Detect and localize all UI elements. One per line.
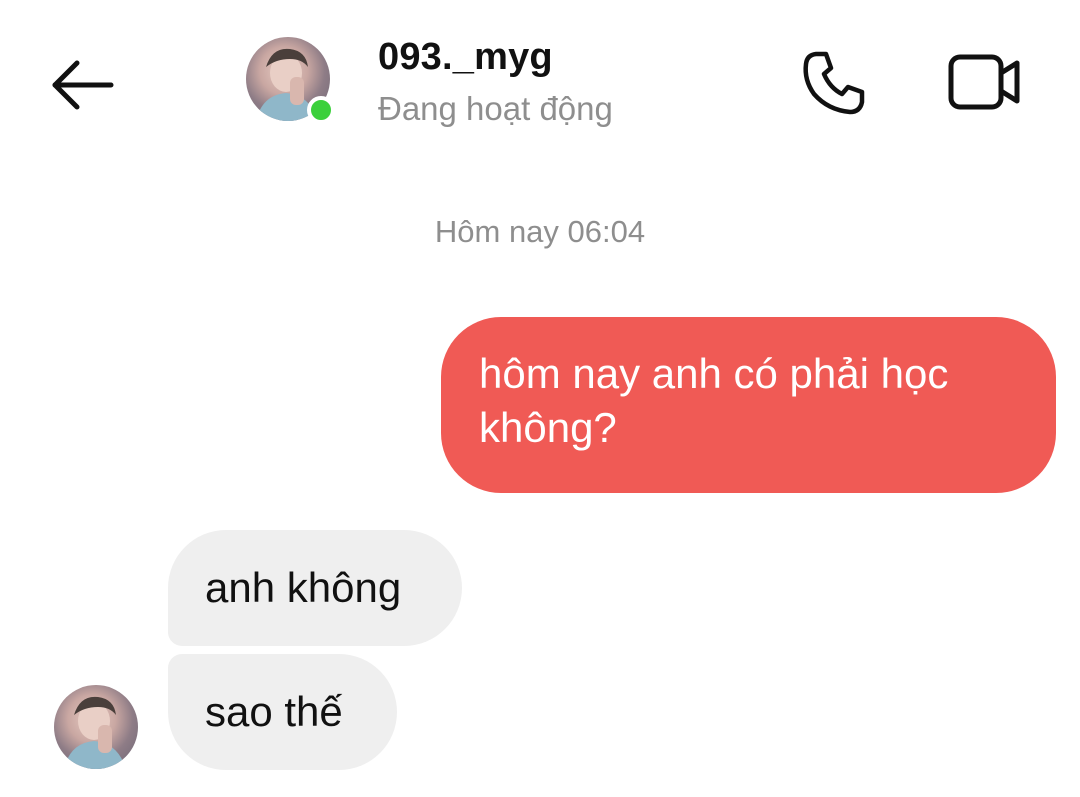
arrow-left-icon [52,60,114,110]
avatar-photo [54,685,138,769]
sent-message-bubble[interactable]: hôm nay anh có phải học không? [441,317,1056,493]
contact-avatar[interactable] [246,37,335,124]
phone-icon [803,51,865,115]
chat-screen: 093._myg Đang hoạt động Hôm nay 06:04 hô… [0,0,1080,797]
message-timestamp: Hôm nay 06:04 [434,214,646,249]
received-message-bubble[interactable]: anh không [168,530,462,646]
contact-name[interactable]: 093._myg [378,36,553,79]
sender-avatar[interactable] [54,685,138,769]
video-call-button[interactable] [942,44,1026,120]
contact-status: Đang hoạt động [378,90,613,127]
back-button[interactable] [40,50,124,120]
received-message-bubble[interactable]: sao thế [168,654,397,770]
online-status-dot [307,96,335,124]
video-camera-icon [948,54,1020,110]
voice-call-button[interactable] [794,44,874,120]
